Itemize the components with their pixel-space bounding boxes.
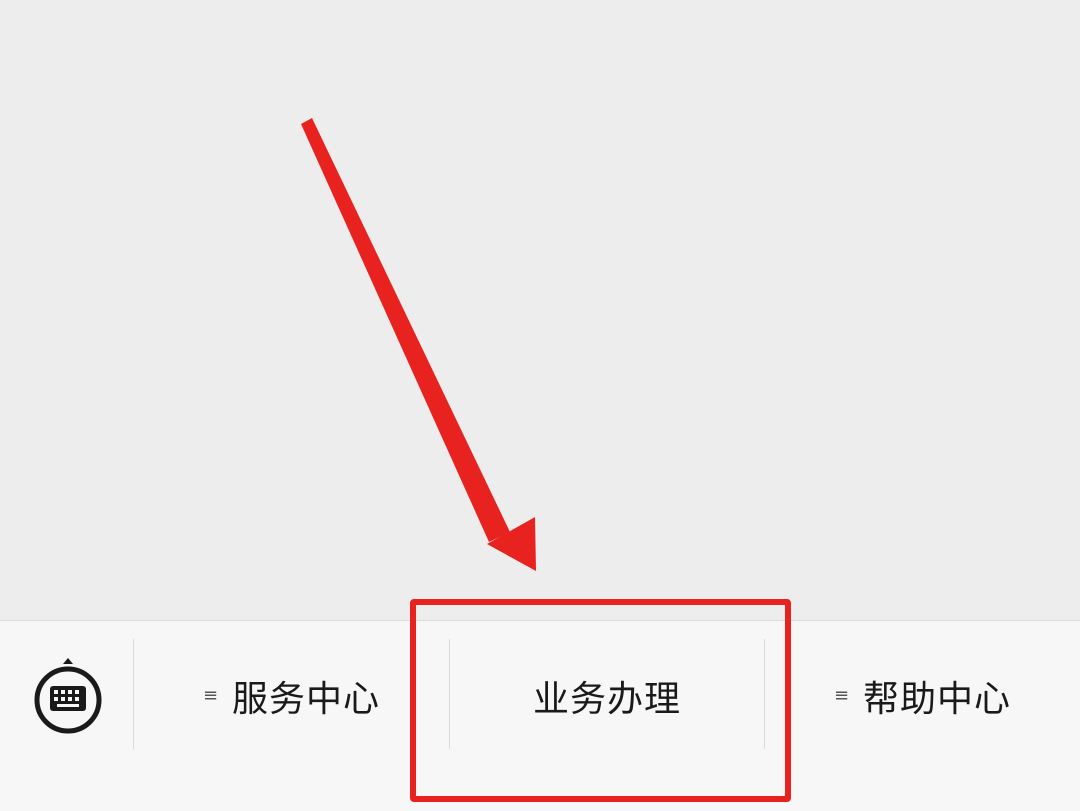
hamburger-icon: ≡ [202, 685, 219, 706]
keyboard-toggle-button[interactable] [26, 653, 110, 737]
menu-item-business-handling[interactable]: 业务办理 [450, 641, 764, 751]
chat-area [0, 0, 1080, 620]
keyboard-icon [34, 658, 102, 734]
menu-item-help-center[interactable]: ≡ 帮助中心 [765, 641, 1080, 751]
menu-item-label: 服务中心 [232, 679, 381, 720]
menu-item-service-center[interactable]: ≡ 服务中心 [134, 641, 449, 751]
menu-item-label: 帮助中心 [863, 679, 1012, 720]
bottom-menu-bar: ≡ 服务中心 业务办理 ≡ 帮助中心 [0, 620, 1080, 811]
menu-item-label: 业务办理 [532, 679, 681, 720]
hamburger-icon: ≡ [833, 685, 850, 706]
